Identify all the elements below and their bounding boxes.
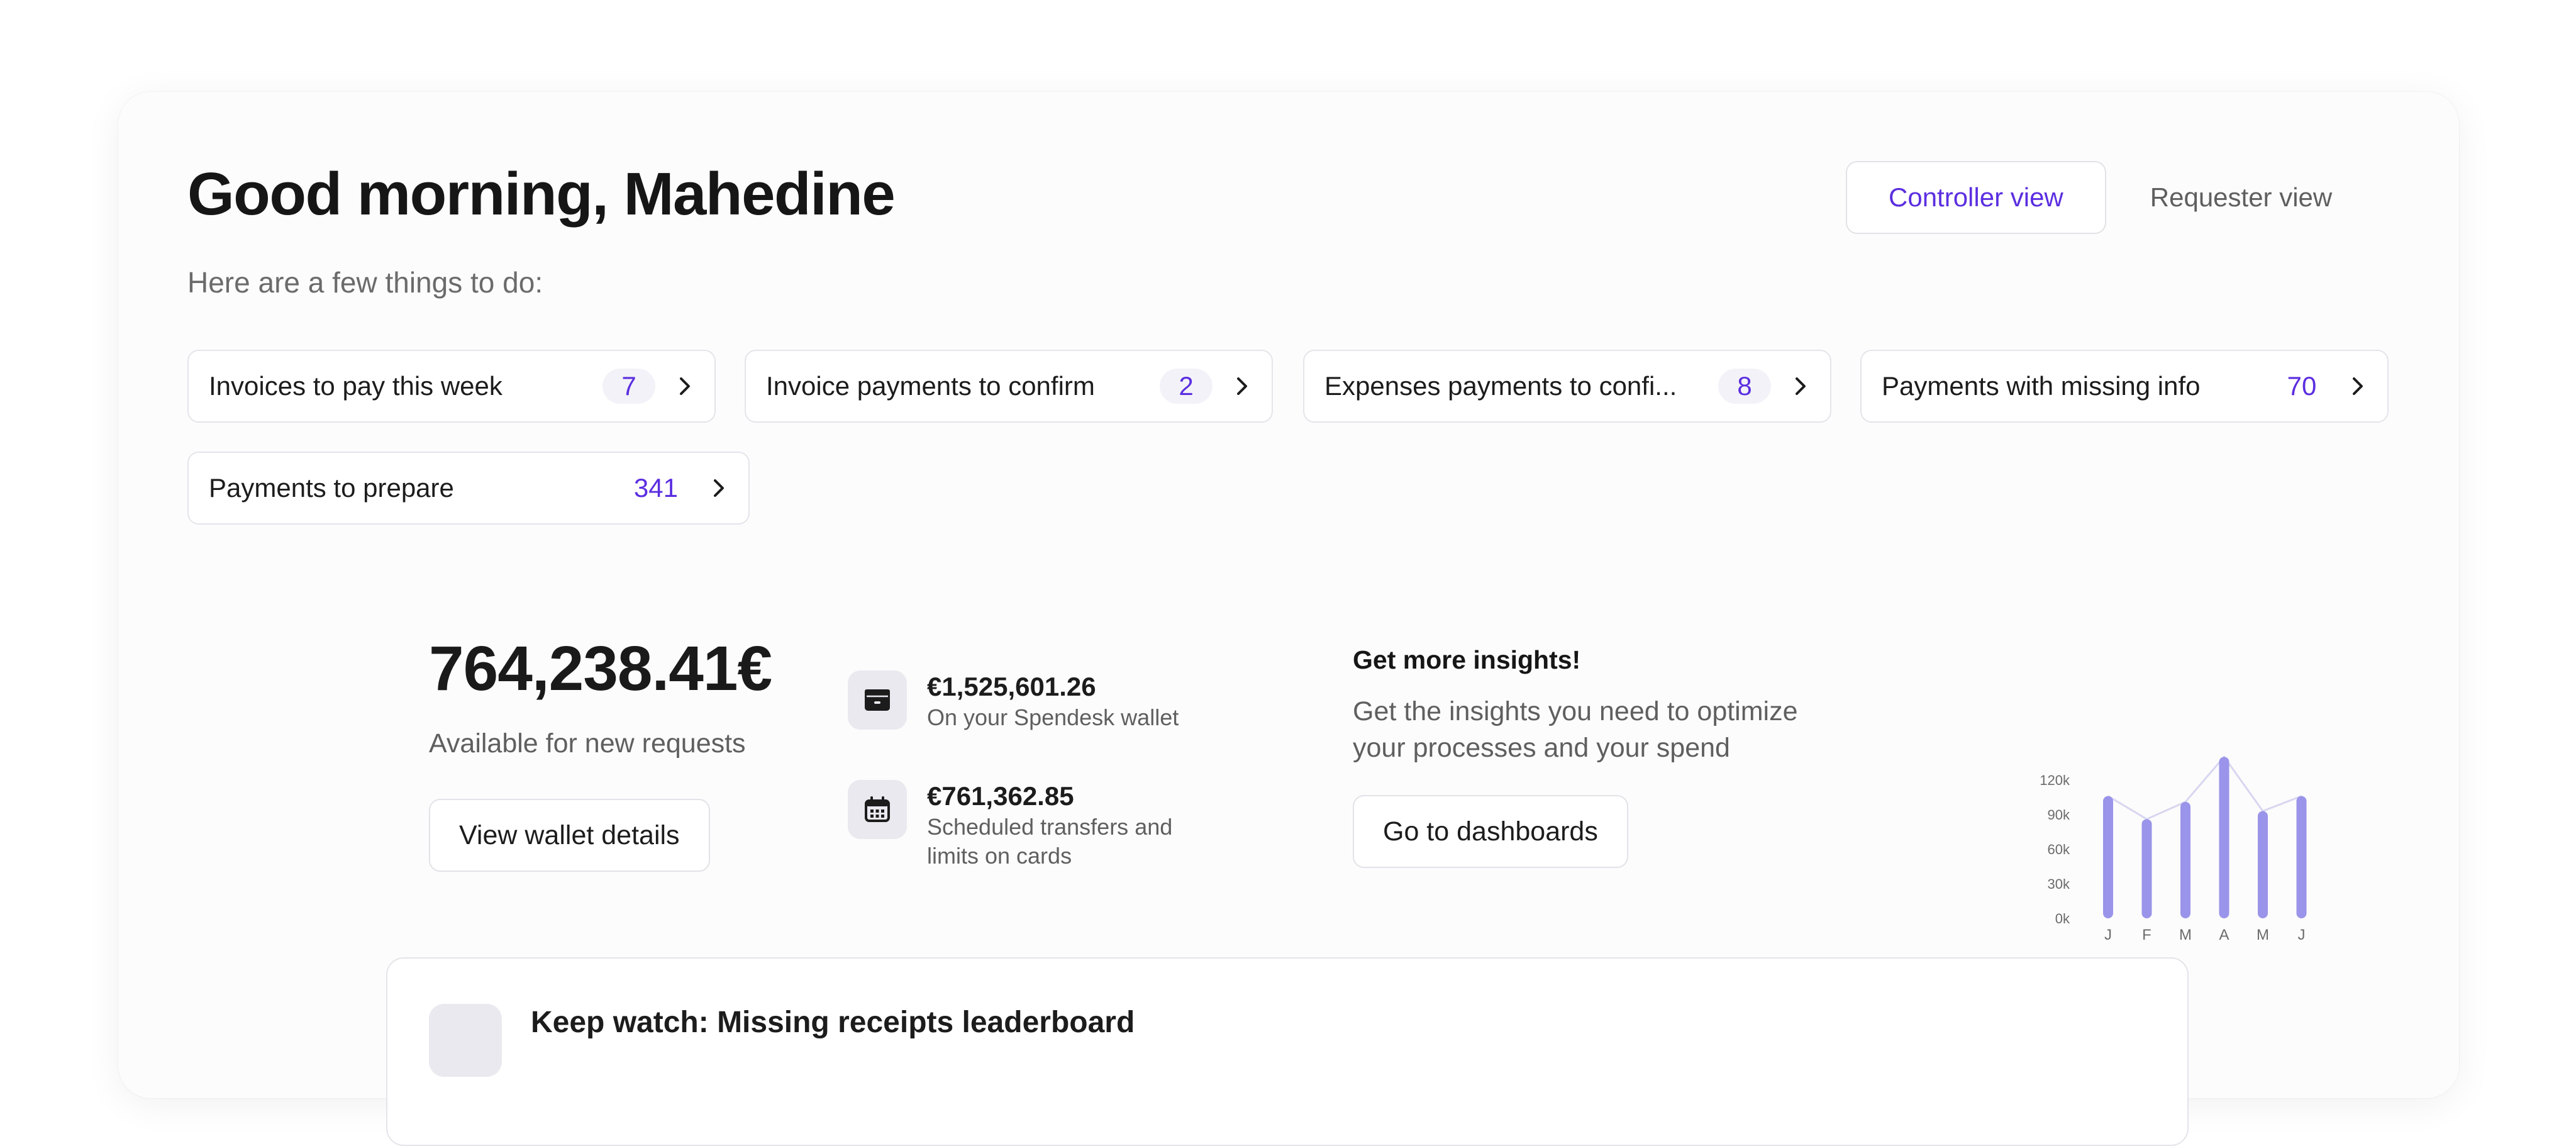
receipt-icon [429, 1004, 502, 1077]
x-tick-label: J [2298, 926, 2306, 943]
x-tick-label: M [2257, 926, 2269, 943]
insights-title: Get more insights! [1353, 645, 1581, 674]
todo-item-payments-to-prepare[interactable]: Payments to prepare 341 [187, 452, 750, 525]
trend-line [2107, 755, 2302, 821]
chevron-right-icon [2347, 376, 2368, 397]
page-title: Good morning, Mahedine [187, 160, 896, 228]
x-tick-label: J [2104, 926, 2112, 943]
view-toggle: Controller view Requester view [1846, 161, 2376, 234]
todo-count-badge: 341 [633, 473, 678, 503]
controller-view-button[interactable]: Controller view [1846, 161, 2106, 234]
stat-label: On your Spendesk wallet [927, 704, 1179, 730]
todo-label: Invoice payments to confirm [766, 371, 1095, 401]
view-wallet-details-button[interactable]: View wallet details [429, 799, 710, 872]
y-tick-label: 90k [2048, 807, 2070, 823]
page-subtitle: Here are a few things to do: [187, 266, 543, 299]
stat-scheduled-text: €761,362.85 Scheduled transfers and limi… [927, 780, 1216, 871]
todo-label: Expenses payments to confi... [1324, 371, 1677, 401]
x-tick-label: A [2219, 926, 2229, 943]
todo-item-invoices-to-pay[interactable]: Invoices to pay this week 7 [187, 350, 716, 423]
chevron-right-icon [1790, 376, 1811, 397]
chart-bar-4 [2258, 811, 2268, 918]
chevron-right-icon [674, 376, 696, 397]
stat-wallet: €1,525,601.26 On your Spendesk wallet [848, 670, 1216, 732]
y-tick-label: 0k [2055, 911, 2070, 926]
x-tick-label: M [2179, 926, 2192, 943]
todo-label: Payments to prepare [209, 473, 454, 503]
chevron-right-icon [1231, 376, 1253, 397]
x-tick-label: F [2142, 926, 2151, 943]
todo-label: Payments with missing info [1882, 371, 2201, 401]
missing-receipts-leaderboard: Keep watch: Missing receipts leaderboard [386, 957, 2189, 1146]
wallet-icon [848, 670, 907, 730]
chart-bar-0 [2103, 796, 2113, 918]
chart-bar-1 [2141, 819, 2152, 918]
todo-item-payments-missing-info[interactable]: Payments with missing info 70 [1860, 350, 2389, 423]
leaderboard-title: Keep watch: Missing receipts leaderboard [531, 1006, 1135, 1039]
todo-count-badge: 70 [2287, 371, 2317, 401]
chevron-right-icon [708, 477, 730, 499]
calendar-icon [848, 780, 907, 839]
y-tick-label: 60k [2048, 842, 2070, 857]
insights-text: Get the insights you need to optimize yo… [1353, 696, 1798, 763]
todo-item-expenses-payments-confirm[interactable]: Expenses payments to confi... 8 [1303, 350, 1831, 423]
requester-view-button[interactable]: Requester view [2106, 161, 2376, 234]
spend-mini-chart: 120k 90k 60k 30k 0k J F M A M J [2040, 755, 2307, 943]
go-to-dashboards-button[interactable]: Go to dashboards [1353, 795, 1628, 868]
todo-count-badge: 8 [1718, 369, 1771, 404]
todo-count-badge: 2 [1160, 369, 1213, 404]
stat-scheduled: €761,362.85 Scheduled transfers and limi… [848, 780, 1216, 871]
todo-count-badge: 7 [602, 369, 655, 404]
y-tick-label: 30k [2048, 876, 2070, 892]
todo-item-invoice-payments-confirm[interactable]: Invoice payments to confirm 2 [745, 350, 1273, 423]
available-balance: 764,238.41€ [429, 633, 772, 704]
chart-bar-3 [2219, 757, 2229, 918]
stat-label: Scheduled transfers and limits on cards [927, 814, 1173, 869]
stat-wallet-text: €1,525,601.26 On your Spendesk wallet [927, 670, 1216, 732]
stat-value: €761,362.85 [927, 781, 1074, 811]
chart-bar-5 [2296, 796, 2307, 918]
stat-value: €1,525,601.26 [927, 672, 1096, 701]
todo-label: Invoices to pay this week [209, 371, 502, 401]
y-tick-label: 120k [2040, 772, 2070, 788]
balance-caption: Available for new requests [429, 728, 746, 759]
home-card: Good morning, Mahedine Here are a few th… [118, 92, 2459, 1146]
chart-bar-2 [2180, 801, 2190, 918]
